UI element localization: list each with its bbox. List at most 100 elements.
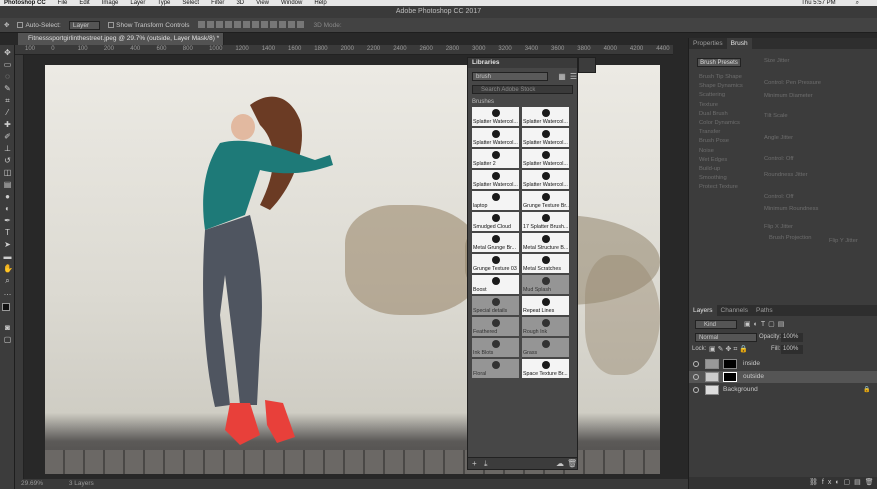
zoom-icon[interactable]: ⌕ xyxy=(3,276,12,285)
brush-item[interactable]: Mud Splash xyxy=(522,275,569,294)
auto-select-target[interactable]: Layer xyxy=(68,20,101,30)
healing-icon[interactable]: ✚ xyxy=(3,120,12,129)
brush-item[interactable]: Splatter Watercol... xyxy=(472,128,519,147)
brush-item[interactable]: Splatter Watercol... xyxy=(522,107,569,126)
brush-item[interactable]: Special details xyxy=(472,296,519,315)
brush-option[interactable]: Noise xyxy=(699,148,714,154)
opacity-input[interactable]: 100% xyxy=(781,333,803,342)
brush-setting[interactable]: Control: Off xyxy=(764,194,794,200)
brush-setting[interactable]: Minimum Roundness xyxy=(764,206,818,212)
brush-setting[interactable]: Flip Y Jitter xyxy=(829,238,858,244)
visibility-eye-icon[interactable] xyxy=(693,374,699,380)
brush-setting[interactable]: Size Jitter xyxy=(764,58,789,64)
creative-cloud-icon[interactable]: ☁ xyxy=(556,459,564,468)
brush-setting[interactable]: Flip X Jitter xyxy=(764,224,793,230)
brush-item[interactable]: Repeat Lines xyxy=(522,296,569,315)
eraser-icon[interactable]: ◫ xyxy=(3,168,12,177)
filter-icons[interactable]: ▣◐T▢▤ xyxy=(744,320,787,328)
brush-option[interactable]: Build-up xyxy=(699,166,720,172)
brush-item[interactable]: Feathered xyxy=(472,317,519,336)
document-tab[interactable]: Fitnesssportgirlinthestreet.jpeg @ 29.7%… xyxy=(18,33,224,45)
blur-icon[interactable]: ● xyxy=(3,192,12,201)
hand-icon[interactable]: ✋ xyxy=(3,264,13,273)
brush-item[interactable]: laptop xyxy=(472,191,519,210)
brush-setting[interactable]: Control: Pen Pressure xyxy=(764,80,821,86)
brush-option[interactable]: Brush Tip Shape xyxy=(699,74,742,80)
quick-select-icon[interactable]: ✎ xyxy=(3,84,12,93)
brush-option[interactable]: Color Dynamics xyxy=(699,120,740,126)
brush-item[interactable]: Space Texture Br... xyxy=(522,359,569,378)
gradient-icon[interactable]: ▤ xyxy=(3,180,12,189)
transform-controls-checkbox[interactable]: Show Transform Controls xyxy=(108,22,189,29)
tab-properties[interactable]: Properties xyxy=(689,38,727,49)
brush-option[interactable]: Protect Texture xyxy=(699,184,738,190)
tab-channels[interactable]: Channels xyxy=(717,305,752,316)
layer-row-inside[interactable]: inside xyxy=(689,358,877,370)
layer-mask-thumbnail[interactable] xyxy=(723,372,737,382)
layers-footer-icons[interactable]: ⛓fx◐▢▤🗑 xyxy=(689,477,877,489)
visibility-eye-icon[interactable] xyxy=(693,387,699,393)
quick-mask-icon[interactable]: ◙ xyxy=(3,323,12,332)
brush-item[interactable]: Ink Blots xyxy=(472,338,519,357)
brush-item[interactable]: Splatter Watercol... xyxy=(522,128,569,147)
brush-item[interactable]: Grunge Texture 03 xyxy=(472,254,519,273)
brush-option[interactable]: Shape Dynamics xyxy=(699,83,743,89)
type-icon[interactable]: T xyxy=(3,228,12,237)
library-search-input[interactable]: Search Adobe Stock xyxy=(472,85,573,94)
upload-icon[interactable]: ⤓ xyxy=(484,459,488,469)
more-tools-icon[interactable]: … xyxy=(3,288,12,297)
brush-item[interactable]: Metal Structure B... xyxy=(522,233,569,252)
brush-setting[interactable]: Roundness Jitter xyxy=(764,172,808,178)
stamp-icon[interactable]: ⊥ xyxy=(3,144,12,153)
brush-item[interactable]: Splatter Watercol... xyxy=(522,149,569,168)
layer-row-outside[interactable]: outside xyxy=(689,371,877,383)
layer-row-background[interactable]: Background 🔒 xyxy=(689,384,877,396)
foreground-color-swatch[interactable] xyxy=(2,303,10,311)
layer-mask-thumbnail[interactable] xyxy=(723,359,737,369)
layer-name[interactable]: Background xyxy=(723,384,758,396)
screen-mode-icon[interactable]: ▢ xyxy=(3,335,12,344)
add-content-icon[interactable]: + xyxy=(472,459,477,468)
grid-view-icon[interactable]: ▦ xyxy=(558,72,566,81)
brush-presets-button[interactable]: Brush Presets xyxy=(697,58,741,67)
brush-option[interactable]: Texture xyxy=(699,102,718,108)
visibility-eye-icon[interactable] xyxy=(693,361,699,367)
dodge-icon[interactable]: ◐ xyxy=(3,204,12,213)
brush-item[interactable]: Rough Ink xyxy=(522,317,569,336)
brush-setting[interactable]: Brush Projection xyxy=(769,235,812,241)
brush-item[interactable]: Metal Scratches xyxy=(522,254,569,273)
brush-icon[interactable]: ✐ xyxy=(3,132,12,141)
brush-item[interactable]: Splatter 2 xyxy=(472,149,519,168)
brush-setting[interactable]: Minimum Diameter xyxy=(764,93,813,99)
brush-item[interactable]: Splatter Watercol... xyxy=(522,170,569,189)
layer-filter-select[interactable]: Kind xyxy=(695,320,737,329)
brush-item[interactable]: 17 Splatter Brush... xyxy=(522,212,569,231)
move-icon[interactable]: ✥ xyxy=(3,48,12,57)
lock-icons[interactable]: ▣✎✥⌗🔒 xyxy=(709,345,750,354)
library-dropdown[interactable]: brush xyxy=(472,72,549,81)
marquee-icon[interactable]: ▭ xyxy=(3,60,12,69)
brushes-section-header[interactable]: Brushes xyxy=(472,99,573,105)
align-icons[interactable] xyxy=(197,20,305,30)
brush-item[interactable]: Grunge Texture Br... xyxy=(522,191,569,210)
brush-setting[interactable]: Control: Off xyxy=(764,156,794,162)
trash-icon[interactable]: 🗑 xyxy=(567,459,577,468)
tab-paths[interactable]: Paths xyxy=(752,305,777,316)
brush-item[interactable]: Boost xyxy=(472,275,519,294)
libraries-panel-icon[interactable] xyxy=(578,57,596,73)
list-view-icon[interactable]: ☰ xyxy=(570,72,577,81)
lasso-icon[interactable]: ◌ xyxy=(3,72,12,81)
brush-item[interactable]: Smudged Cloud xyxy=(472,212,519,231)
path-select-icon[interactable]: ➤ xyxy=(3,240,12,249)
brush-item[interactable]: Grass xyxy=(522,338,569,357)
move-tool-icon[interactable]: ✥ xyxy=(4,21,9,29)
tab-layers[interactable]: Layers xyxy=(689,305,717,316)
brush-item[interactable]: Floral xyxy=(472,359,519,378)
history-brush-icon[interactable]: ↺ xyxy=(3,156,12,165)
brush-setting[interactable]: Tilt Scale xyxy=(764,113,788,119)
brush-option[interactable]: Smoothing xyxy=(699,175,727,181)
brush-option[interactable]: Brush Pose xyxy=(699,138,729,144)
brush-item[interactable]: Splatter Watercol... xyxy=(472,170,519,189)
layer-name[interactable]: outside xyxy=(743,371,764,383)
brush-item[interactable]: Splatter Watercol... xyxy=(472,107,519,126)
